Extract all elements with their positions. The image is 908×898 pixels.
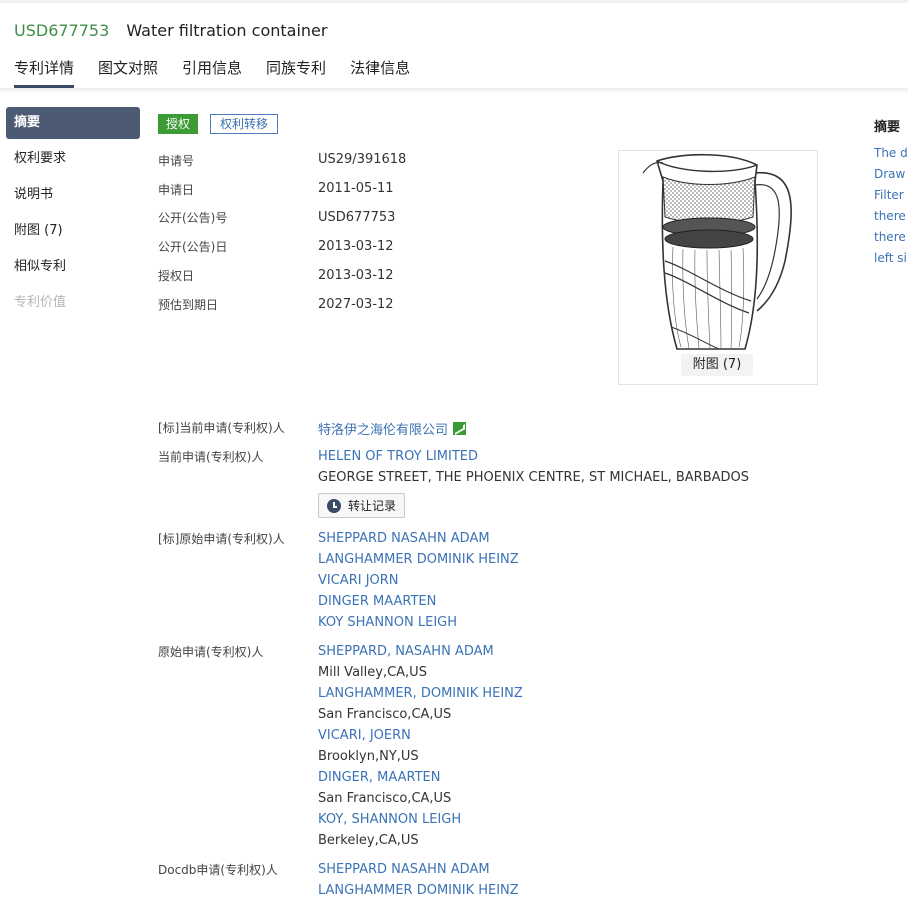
docdb-applicant[interactable]: SHEPPARD NASAHN ADAM: [318, 862, 490, 877]
abstract-line: there: [874, 209, 906, 223]
original-applicant-location: Berkeley,CA,US: [318, 833, 419, 848]
pub-date-label: 公开(公告)日: [158, 240, 228, 254]
std-original-applicant[interactable]: VICARI JORN: [318, 573, 399, 588]
grant-date-label: 授权日: [158, 269, 195, 283]
abstract-line: Draw: [874, 167, 906, 181]
abstract-line: left si: [874, 251, 907, 265]
current-applicant-link[interactable]: HELEN OF TROY LIMITED: [318, 449, 478, 464]
current-applicant-label: 当前申请(专利权)人: [158, 450, 264, 464]
abstract-text: The d Draw Filter there there left si: [874, 143, 908, 269]
sidebar-item-description[interactable]: 说明书: [6, 179, 140, 211]
original-applicant-name[interactable]: VICARI, JOERN: [318, 728, 411, 743]
grant-date-value: 2013-03-12: [318, 268, 394, 283]
std-current-applicant-label: [标]当前申请(专利权)人: [158, 421, 285, 435]
tab-legal[interactable]: 法律信息: [350, 57, 410, 85]
std-original-applicant[interactable]: SHEPPARD NASAHN ADAM: [318, 531, 490, 546]
sidebar-item-value: 专利价值: [14, 295, 67, 310]
pub-date-value: 2013-03-12: [318, 239, 394, 254]
expiry-label: 预估到期日: [158, 298, 219, 312]
top-border: [0, 0, 908, 3]
std-original-applicant[interactable]: DINGER MAARTEN: [318, 594, 436, 609]
abstract-line: The d: [874, 146, 908, 160]
patent-title-row: USD677753 Water filtration container: [14, 21, 327, 40]
std-original-applicant-label: [标]原始申请(专利权)人: [158, 532, 285, 546]
abstract-line: Filter: [874, 188, 904, 202]
expiry-value: 2027-03-12: [318, 297, 394, 312]
header-divider: [0, 88, 908, 94]
patent-title: Water filtration container: [126, 21, 328, 40]
tab-image-text[interactable]: 图文对照: [98, 57, 158, 85]
pub-no-label: 公开(公告)号: [158, 211, 228, 225]
std-current-applicant-link[interactable]: 特洛伊之海伦有限公司: [318, 423, 448, 438]
abstract-line: there: [874, 230, 906, 244]
sidebar: 摘要 权利要求 说明书 附图 (7) 相似专利 专利价值: [6, 107, 140, 323]
app-date-label: 申请日: [158, 183, 195, 197]
transfer-record-label: 转让记录: [348, 499, 397, 513]
transfer-record-button[interactable]: 转让记录: [318, 493, 406, 518]
company-chart-icon[interactable]: [453, 422, 467, 435]
original-applicant-location: San Francisco,CA,US: [318, 707, 452, 722]
app-no-label: 申请号: [158, 154, 195, 168]
original-applicant-location: Mill Valley,CA,US: [318, 665, 427, 680]
transfer-badge[interactable]: 权利转移: [210, 114, 279, 134]
original-applicant-name[interactable]: KOY, SHANNON LEIGH: [318, 812, 461, 827]
original-applicant-label: 原始申请(专利权)人: [158, 645, 264, 659]
patent-number[interactable]: USD677753: [14, 21, 109, 40]
sidebar-item-figures[interactable]: 附图 (7): [6, 215, 140, 247]
std-original-applicant[interactable]: LANGHAMMER DOMINIK HEINZ: [318, 552, 519, 567]
pitcher-drawing: [642, 153, 792, 350]
std-current-applicant: 特洛伊之海伦有限公司: [318, 419, 467, 438]
patent-figure-thumbnail[interactable]: 附图 (7): [618, 150, 818, 385]
figure-caption[interactable]: 附图 (7): [681, 354, 753, 376]
granted-badge: 授权: [158, 114, 199, 134]
original-applicant-name[interactable]: DINGER, MAARTEN: [318, 770, 440, 785]
pub-no-value: USD677753: [318, 210, 396, 225]
clock-icon: [327, 498, 341, 513]
app-no-value: US29/391618: [318, 152, 407, 167]
tab-family[interactable]: 同族专利: [266, 57, 326, 85]
abstract-title: 摘要: [874, 120, 901, 135]
main-tabs: 专利详情 图文对照 引用信息 同族专利 法律信息: [14, 57, 434, 88]
status-badges: 授权 权利转移: [158, 114, 279, 134]
sidebar-item-claims[interactable]: 权利要求: [6, 143, 140, 175]
app-date-value: 2011-05-11: [318, 181, 394, 196]
docdb-applicant-label: Docdb申请(专利权)人: [158, 863, 278, 877]
sidebar-item-abstract[interactable]: 摘要: [6, 107, 140, 139]
tab-patent-details[interactable]: 专利详情: [14, 57, 75, 88]
current-applicant-address: GEORGE STREET, THE PHOENIX CENTRE, ST MI…: [318, 470, 750, 485]
original-applicant-name[interactable]: SHEPPARD, NASAHN ADAM: [318, 644, 494, 659]
sidebar-item-similar[interactable]: 相似专利: [6, 251, 140, 283]
original-applicant-location: Brooklyn,NY,US: [318, 749, 419, 764]
original-applicant-name[interactable]: LANGHAMMER, DOMINIK HEINZ: [318, 686, 523, 701]
std-original-applicant[interactable]: KOY SHANNON LEIGH: [318, 615, 457, 630]
original-applicant-location: San Francisco,CA,US: [318, 791, 452, 806]
docdb-applicant[interactable]: LANGHAMMER DOMINIK HEINZ: [318, 883, 519, 898]
tab-citations[interactable]: 引用信息: [182, 57, 242, 85]
